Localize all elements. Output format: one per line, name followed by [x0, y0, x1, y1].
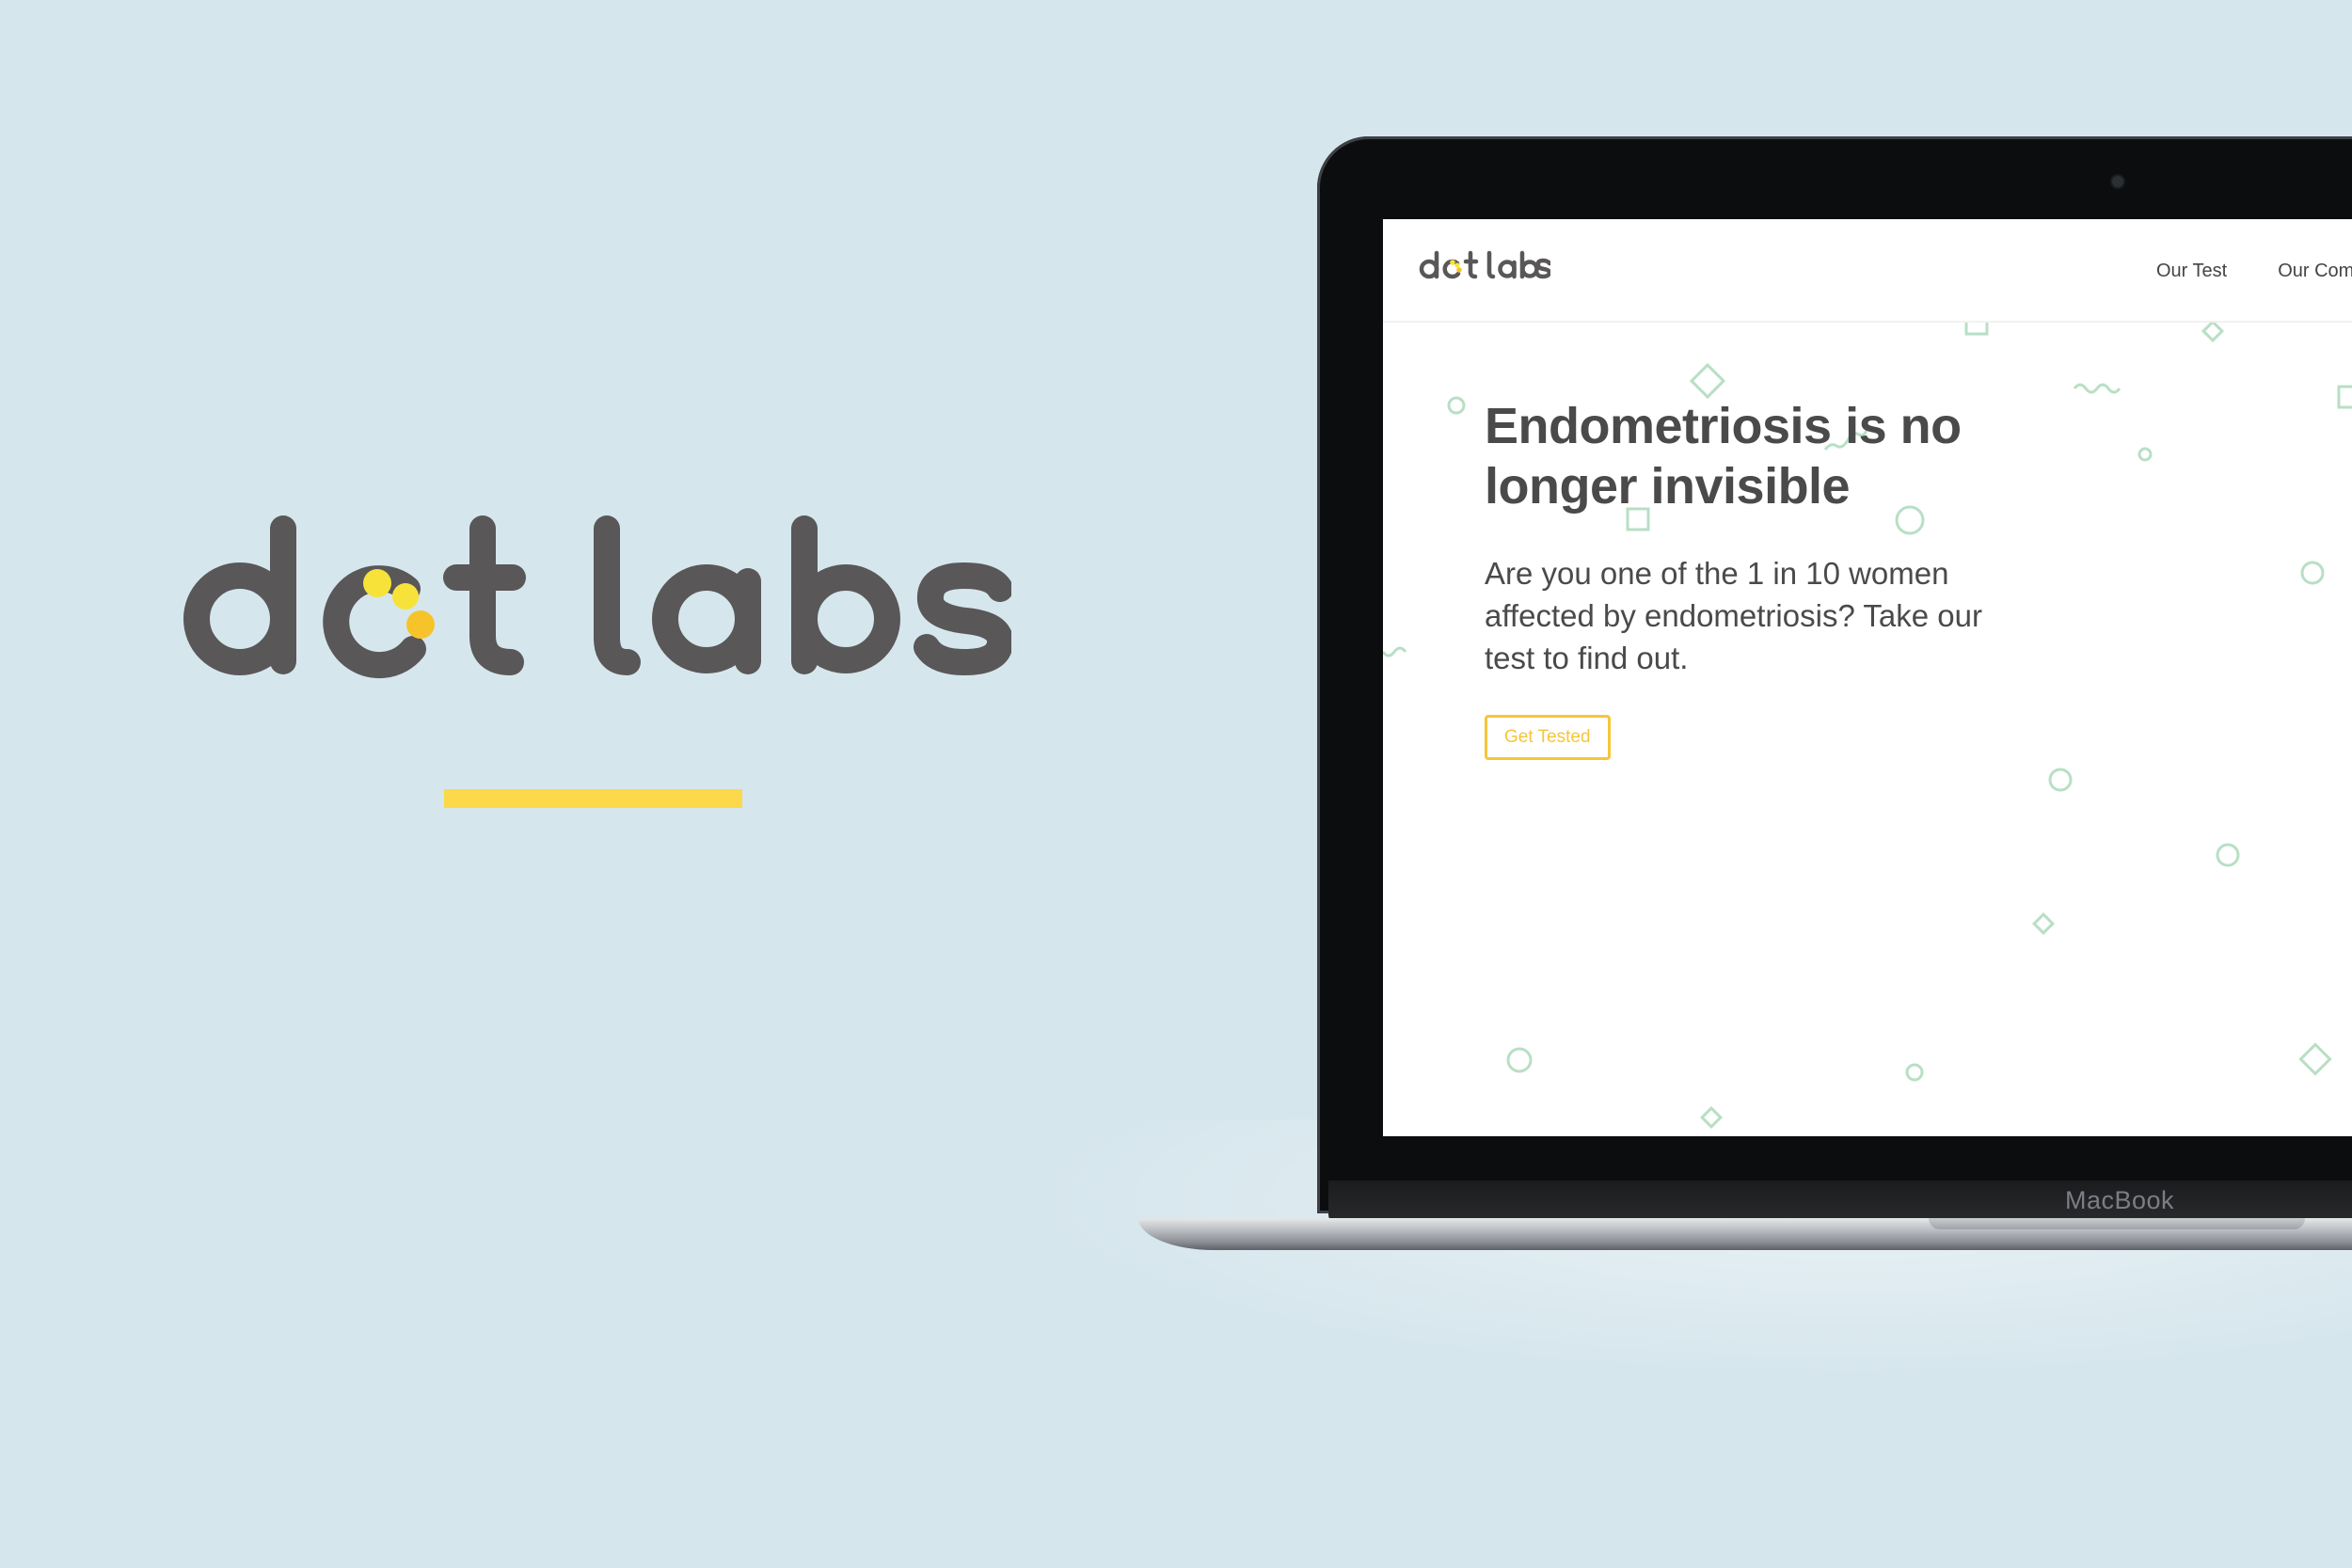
logo-dot-yellow [363, 569, 391, 597]
hero-body: Are you one of the 1 in 10 women affecte… [1485, 556, 1982, 675]
hero-section: Endometriosis is no longer invisible Are… [1485, 396, 2124, 760]
camera-icon [2112, 176, 2123, 187]
laptop-brand-label: MacBook [2065, 1186, 2175, 1214]
nav-item-our-company[interactable]: Our Com [2278, 261, 2352, 282]
logo-dot-amber [406, 610, 435, 639]
site-nav: Our Test Our Com [2156, 261, 2352, 282]
laptop-base-notch [1929, 1218, 2305, 1229]
logo-dot-yellow-2 [392, 583, 419, 610]
laptop-screen: Our Test Our Com Endometriosis is no lon… [1383, 219, 2352, 1136]
laptop-bezel: Our Test Our Com Endometriosis is no lon… [1317, 136, 2352, 1213]
site-header: Our Test Our Com [1383, 219, 2352, 323]
laptop-mockup: Our Test Our Com Endometriosis is no lon… [1138, 136, 2352, 1265]
hero-title: Endometriosis is no longer invisible [1485, 398, 1962, 515]
showcase-canvas: Our Test Our Com Endometriosis is no lon… [0, 0, 2352, 1568]
site-logo[interactable] [1419, 250, 1552, 287]
get-tested-button[interactable]: Get Tested [1485, 715, 1611, 760]
logo-underline [444, 789, 742, 808]
dot-labs-logo [183, 515, 1011, 694]
nav-item-our-test[interactable]: Our Test [2156, 261, 2227, 282]
